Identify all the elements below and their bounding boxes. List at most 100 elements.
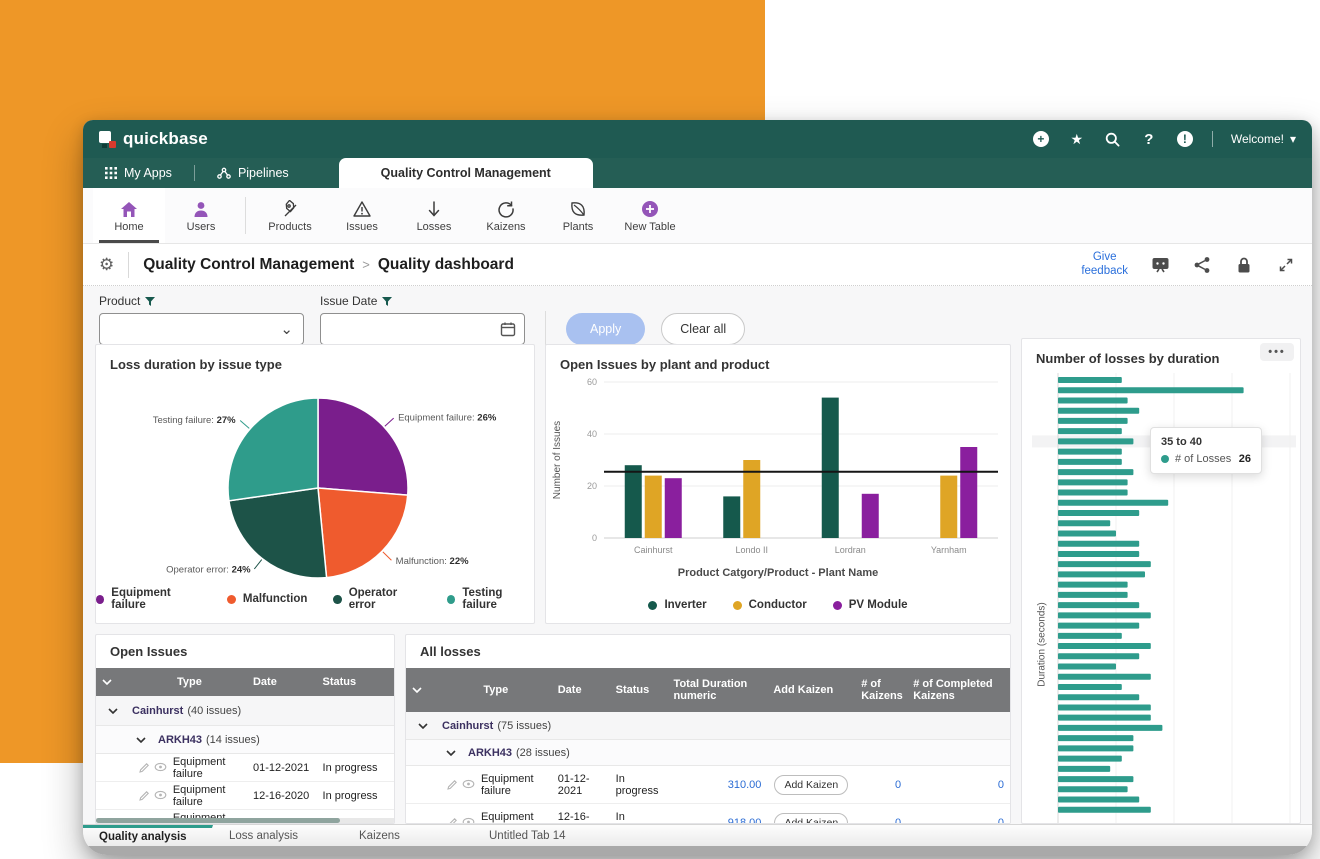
group-row-cainhurst[interactable]: Cainhurst(40 issues): [96, 696, 394, 726]
hbar-33[interactable]: [1058, 715, 1151, 721]
total-duration-link[interactable]: 310.00: [668, 766, 768, 803]
hbar-15[interactable]: [1058, 530, 1116, 536]
column-header[interactable]: Date: [247, 671, 317, 693]
bar-legend-2[interactable]: PV Module: [833, 599, 908, 611]
hbar-19[interactable]: [1058, 571, 1145, 577]
tab-quality-analysis[interactable]: Quality analysis: [83, 825, 213, 846]
calendar-icon[interactable]: [500, 321, 516, 337]
hbar-17[interactable]: [1058, 551, 1139, 557]
user-menu[interactable]: Welcome! ▾: [1231, 132, 1296, 146]
hbar-26[interactable]: [1058, 643, 1151, 649]
tab-loss-analysis[interactable]: Loss analysis: [213, 825, 343, 846]
nav-active-app-tab[interactable]: Quality Control Management: [339, 158, 593, 188]
kaizens-count-link[interactable]: 0: [855, 766, 907, 803]
column-header[interactable]: # of Kaizens: [855, 673, 907, 707]
hbar-30[interactable]: [1058, 684, 1122, 690]
hbar-6[interactable]: [1058, 438, 1133, 444]
toolbar-products[interactable]: Products: [254, 188, 326, 243]
edit-pencil-icon[interactable]: [138, 762, 150, 774]
breadcrumb-app[interactable]: Quality Control Management: [143, 256, 354, 274]
bar-Cainhurst-PV Module[interactable]: [665, 478, 682, 538]
presentation-icon[interactable]: [1150, 255, 1170, 275]
horizontal-scrollbar[interactable]: [96, 818, 394, 823]
bar-Yarnham-PV Module[interactable]: [960, 447, 977, 538]
settings-gear-icon[interactable]: ⚙: [99, 255, 114, 275]
issue-date-input[interactable]: [329, 322, 500, 336]
hbar-0[interactable]: [1058, 377, 1122, 383]
apply-button[interactable]: Apply: [566, 313, 645, 345]
tab-kaizens[interactable]: Kaizens: [343, 825, 473, 846]
nav-my-apps[interactable]: My Apps: [83, 158, 194, 188]
subgroup-row-arkh43[interactable]: ARKH43(14 issues): [96, 726, 394, 754]
column-header[interactable]: Status: [610, 679, 668, 701]
add-icon[interactable]: +: [1032, 130, 1050, 148]
bar-Lordran-PV Module[interactable]: [862, 494, 879, 538]
hbar-34[interactable]: [1058, 725, 1162, 731]
bar-Lordran-Inverter[interactable]: [822, 398, 839, 538]
column-header[interactable]: Status: [317, 671, 394, 693]
notifications-icon[interactable]: !: [1176, 130, 1194, 148]
bar-legend-1[interactable]: Conductor: [733, 599, 807, 611]
toolbar-issues[interactable]: Issues: [326, 188, 398, 243]
completed-kaizens-link[interactable]: 0: [907, 766, 1010, 803]
bar-Cainhurst-Conductor[interactable]: [645, 476, 662, 538]
toolbar-plants[interactable]: Plants: [542, 188, 614, 243]
hbar-21[interactable]: [1058, 592, 1128, 598]
hbar-42[interactable]: [1058, 807, 1151, 813]
add-kaizen-button[interactable]: Add Kaizen: [774, 775, 848, 795]
hbar-9[interactable]: [1058, 469, 1133, 475]
clear-all-button[interactable]: Clear all: [661, 313, 745, 345]
hbar-22[interactable]: [1058, 602, 1139, 608]
hbar-28[interactable]: [1058, 664, 1116, 670]
hbar-36[interactable]: [1058, 745, 1133, 751]
card-menu-ellipsis-icon[interactable]: •••: [1260, 343, 1294, 361]
pie-legend-1[interactable]: Malfunction: [227, 587, 308, 611]
view-eye-icon[interactable]: [462, 817, 475, 825]
hbar-20[interactable]: [1058, 582, 1128, 588]
total-duration-link[interactable]: 918.00: [668, 804, 768, 824]
hbar-12[interactable]: [1058, 500, 1168, 506]
loss-row[interactable]: Equipment failure01-12-2021In progress31…: [406, 766, 1010, 804]
hbar-8[interactable]: [1058, 459, 1122, 465]
hbar-25[interactable]: [1058, 633, 1122, 639]
toolbar-kaizens[interactable]: Kaizens: [470, 188, 542, 243]
add-kaizen-button[interactable]: Add Kaizen: [774, 813, 848, 825]
view-eye-icon[interactable]: [462, 779, 475, 789]
toolbar-users[interactable]: Users: [165, 188, 237, 243]
hbar-3[interactable]: [1058, 408, 1139, 414]
hbar-13[interactable]: [1058, 510, 1139, 516]
column-header[interactable]: Date: [552, 679, 610, 701]
tab-untitled-14[interactable]: Untitled Tab 14: [473, 825, 603, 846]
hbar-4[interactable]: [1058, 418, 1128, 424]
hbar-40[interactable]: [1058, 786, 1128, 792]
group-row-cainhurst[interactable]: Cainhurst(75 issues): [406, 712, 1010, 740]
hbar-24[interactable]: [1058, 623, 1139, 629]
column-header[interactable]: # of Completed Kaizens: [907, 673, 1010, 707]
hbar-14[interactable]: [1058, 520, 1110, 526]
toolbar-losses[interactable]: Losses: [398, 188, 470, 243]
pie-legend-3[interactable]: Testing failure: [447, 587, 534, 611]
hbar-35[interactable]: [1058, 735, 1133, 741]
column-header[interactable]: Type: [132, 671, 247, 693]
pie-slice-1[interactable]: [318, 488, 408, 578]
hbar-1[interactable]: [1058, 387, 1244, 393]
edit-pencil-icon[interactable]: [446, 817, 458, 825]
help-icon[interactable]: ?: [1140, 130, 1158, 148]
column-header[interactable]: Total Duration numeric: [668, 673, 768, 707]
hbar-23[interactable]: [1058, 612, 1151, 618]
hbar-27[interactable]: [1058, 653, 1139, 659]
bar-Cainhurst-Inverter[interactable]: [625, 465, 642, 538]
hbar-39[interactable]: [1058, 776, 1133, 782]
hbar-37[interactable]: [1058, 756, 1122, 762]
hbar-5[interactable]: [1058, 428, 1122, 434]
pie-legend-0[interactable]: Equipment failure: [96, 587, 201, 611]
issue-row[interactable]: Equipment failure01-12-2021In progress: [96, 754, 394, 782]
search-icon[interactable]: [1104, 130, 1122, 148]
hbar-38[interactable]: [1058, 766, 1110, 772]
hbar-16[interactable]: [1058, 541, 1139, 547]
pie-slice-3[interactable]: [228, 398, 318, 501]
chevron-down-icon[interactable]: [136, 737, 146, 743]
column-header[interactable]: Type: [440, 679, 552, 701]
toolbar-home[interactable]: Home: [93, 188, 165, 243]
favorites-star-icon[interactable]: ★: [1068, 130, 1086, 148]
